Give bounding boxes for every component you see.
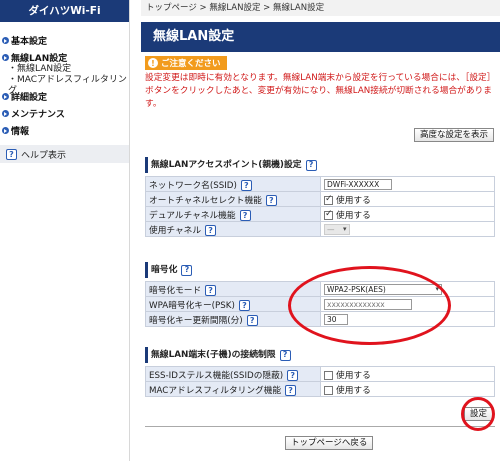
nav-label: 詳細設定 xyxy=(11,93,48,103)
page-title: 無線LAN設定 xyxy=(141,22,500,52)
help-icon[interactable]: ? xyxy=(287,369,299,381)
help-label: ヘルプ表示 xyxy=(21,150,67,161)
table-row: オートチャネルセレクト機能? 使用する xyxy=(145,191,495,207)
nav-sub-wireless-lan[interactable]: ・無線LAN設定 xyxy=(0,64,129,75)
channel-select[interactable]: — xyxy=(324,223,350,235)
divider xyxy=(145,426,495,427)
key-interval-input[interactable]: 30 xyxy=(324,313,348,325)
nav-maintenance[interactable]: メンテナンス xyxy=(0,107,129,120)
stealth-label: ESS-IDステルス機能(SSIDの隠蔽) xyxy=(149,370,284,381)
back-to-top-button[interactable]: トップページへ戻る xyxy=(285,436,374,450)
help-icon[interactable]: ? xyxy=(305,159,317,171)
help-toggle[interactable]: ? ヘルプ表示 xyxy=(0,145,129,163)
checkbox-label: 使用する xyxy=(336,385,371,396)
section-title: 暗号化 xyxy=(151,265,178,275)
table-row: 暗号化モード? WPA2-PSK(AES) xyxy=(145,281,495,297)
channel-label: 使用チャネル xyxy=(149,225,202,236)
help-icon[interactable]: ? xyxy=(239,209,251,221)
table-row: WPA暗号化キー(PSK)? xxxxxxxxxxxxx xyxy=(145,296,495,312)
nav-label: 無線LAN設定 xyxy=(11,54,68,64)
nav-sub-mac-filtering[interactable]: ・MACアドレスフィルタリング xyxy=(0,75,129,96)
ssid-label: ネットワーク名(SSID) xyxy=(149,180,237,191)
nav-wireless-settings[interactable]: 無線LAN設定 xyxy=(0,51,129,64)
key-interval-label: 暗号化キー更新間隔(分) xyxy=(149,315,243,326)
dual-channel-label: デュアルチャネル機能 xyxy=(149,210,236,221)
auto-channel-checkbox[interactable] xyxy=(324,194,333,205)
encryption-settings-table: 暗号化モード? WPA2-PSK(AES) WPA暗号化キー(PSK)? xxx… xyxy=(145,281,495,327)
psk-input[interactable]: xxxxxxxxxxxxx xyxy=(324,298,412,310)
restriction-settings-table: ESS-IDステルス機能(SSIDの隠蔽)? 使用する MACアドレスフィルタリ… xyxy=(145,366,495,397)
dual-channel-checkbox[interactable] xyxy=(324,209,333,220)
table-row: デュアルチャネル機能? 使用する xyxy=(145,206,495,222)
psk-label: WPA暗号化キー(PSK) xyxy=(149,300,235,311)
table-row: 暗号化キー更新間隔(分)? 30 xyxy=(145,311,495,327)
section-restriction-header: 無線LAN端末(子機)の接続制限 ? xyxy=(145,347,495,363)
mac-filter-label: MACアドレスフィルタリング機能 xyxy=(149,385,282,396)
brand-logo: ダイハツWi-Fi xyxy=(0,0,129,22)
checkbox-label: 使用する xyxy=(336,370,371,381)
section-title: 無線LAN端末(子機)の接続制限 xyxy=(151,350,276,360)
help-icon[interactable]: ? xyxy=(205,284,217,296)
arrow-bullet-icon xyxy=(2,54,9,61)
breadcrumb: トップページ > 無線LAN設定 > 無線LAN設定 xyxy=(141,0,500,16)
table-row: ネットワーク名(SSID)? DWFi-XXXXXX xyxy=(145,176,495,192)
apply-button[interactable]: 設定 xyxy=(464,407,494,421)
nav-label: メンテナンス xyxy=(11,110,65,120)
warning-icon: ! xyxy=(148,58,158,68)
arrow-bullet-icon xyxy=(2,93,9,100)
help-icon[interactable]: ? xyxy=(181,264,193,276)
help-icon[interactable]: ? xyxy=(265,194,277,206)
table-row: 使用チャネル? — xyxy=(145,221,495,237)
stealth-checkbox[interactable] xyxy=(324,370,333,380)
arrow-bullet-icon xyxy=(2,110,9,117)
help-icon[interactable]: ? xyxy=(238,299,250,311)
notice-badge-label: ご注意ください xyxy=(161,59,221,69)
nav-info[interactable]: 情報 xyxy=(0,124,129,137)
checkbox-label: 使用する xyxy=(336,195,371,206)
ssid-input[interactable]: DWFi-XXXXXX xyxy=(324,178,392,190)
table-row: ESS-IDステルス機能(SSIDの隠蔽)? 使用する xyxy=(145,366,495,382)
nav-advanced-settings[interactable]: 詳細設定 xyxy=(0,90,129,103)
help-icon[interactable]: ? xyxy=(205,224,217,236)
show-advanced-button[interactable]: 高度な設定を表示 xyxy=(413,128,494,142)
help-icon[interactable]: ? xyxy=(279,349,291,361)
arrow-bullet-icon xyxy=(2,37,9,44)
nav-basic-settings[interactable]: 基本設定 xyxy=(0,34,129,47)
encryption-mode-label: 暗号化モード xyxy=(149,285,202,296)
auto-channel-label: オートチャネルセレクト機能 xyxy=(149,195,262,206)
help-icon[interactable]: ? xyxy=(240,179,252,191)
section-title: 無線LANアクセスポイント(親機)設定 xyxy=(151,160,302,170)
nav-label: 情報 xyxy=(11,127,30,137)
sidebar: ダイハツWi-Fi 基本設定 無線LAN設定 ・無線LAN設定 ・MACアドレス… xyxy=(0,0,130,461)
main-content: トップページ > 無線LAN設定 > 無線LAN設定 無線LAN設定 ! ご注意… xyxy=(141,0,500,461)
mac-filter-checkbox[interactable] xyxy=(324,385,333,395)
nav-label: 基本設定 xyxy=(11,37,48,47)
help-icon[interactable]: ? xyxy=(285,384,297,396)
section-encryption-header: 暗号化 ? xyxy=(145,262,495,278)
section-ap-header: 無線LANアクセスポイント(親機)設定 ? xyxy=(145,157,495,173)
ap-settings-table: ネットワーク名(SSID)? DWFi-XXXXXX オートチャネルセレクト機能… xyxy=(145,176,495,237)
help-icon: ? xyxy=(6,148,17,160)
help-icon[interactable]: ? xyxy=(246,314,258,326)
table-row: MACアドレスフィルタリング機能? 使用する xyxy=(145,381,495,397)
arrow-bullet-icon xyxy=(2,127,9,134)
notice-text: 設定変更は即時に有効となります。無線LAN端末から設定を行っている場合には、［設… xyxy=(145,73,496,109)
encryption-mode-select[interactable]: WPA2-PSK(AES) xyxy=(324,283,442,295)
checkbox-label: 使用する xyxy=(336,210,371,221)
notice-badge: ! ご注意ください xyxy=(145,56,227,70)
